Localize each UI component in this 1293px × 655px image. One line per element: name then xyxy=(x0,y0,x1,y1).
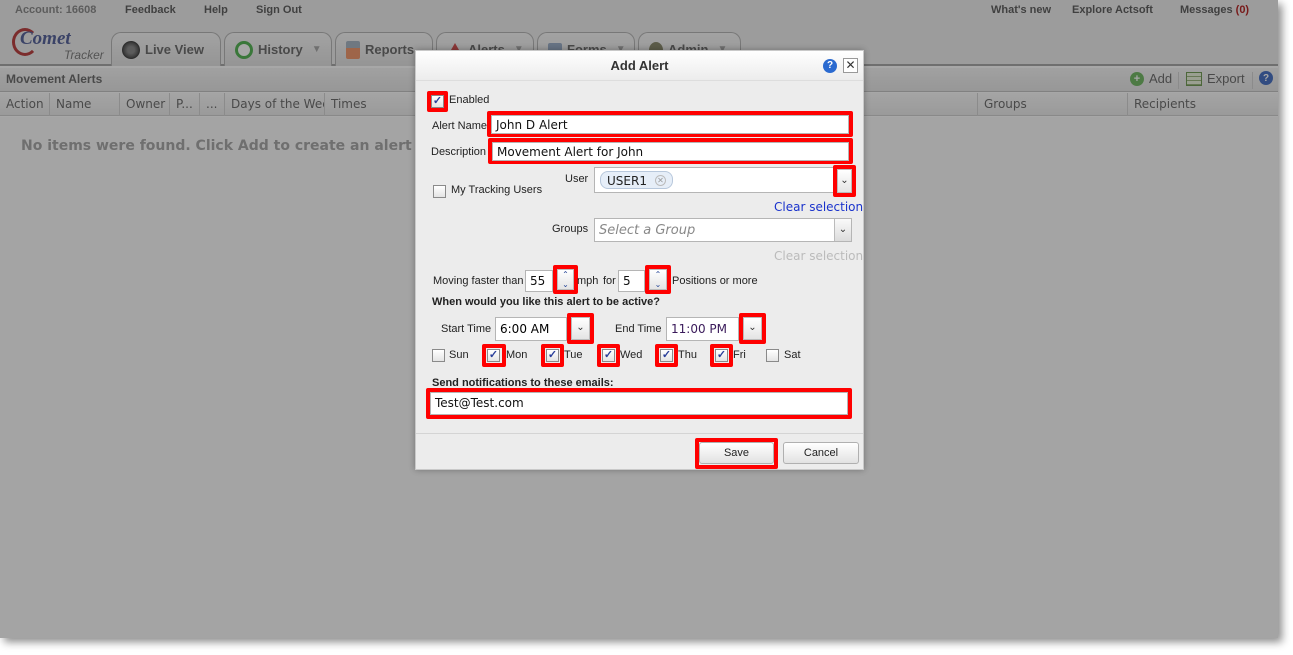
day-label-sat: Sat xyxy=(784,349,801,361)
close-icon[interactable]: ✕ xyxy=(843,58,858,73)
end-time-dropdown-toggle[interactable]: ⌄ xyxy=(743,317,762,340)
enabled-checkbox[interactable]: ✓ xyxy=(431,95,444,108)
help-icon[interactable]: ? xyxy=(823,59,837,73)
remove-token-icon[interactable]: ✕ xyxy=(654,175,666,186)
day-checkbox-thu[interactable]: ✓ xyxy=(660,349,673,362)
description-label: Description xyxy=(431,146,487,158)
day-checkbox-sat[interactable] xyxy=(766,349,779,362)
app-window: Account: 16608 Feedback Help Sign Out Wh… xyxy=(0,0,1278,638)
alert-name-label: Alert Name xyxy=(432,120,488,132)
description-input[interactable]: Movement Alert for John xyxy=(492,142,849,161)
active-question: When would you like this alert to be act… xyxy=(432,296,660,308)
chevron-down-icon[interactable]: ⌄ xyxy=(834,219,851,241)
add-alert-dialog: Add Alert ? ✕ ✓ Enabled Alert Name John … xyxy=(415,50,864,470)
speed-input[interactable]: 55 xyxy=(525,270,553,292)
start-time-label: Start Time xyxy=(441,323,492,335)
positions-stepper[interactable]: ⌃ ⌄ xyxy=(649,269,667,290)
end-time-select[interactable]: 11:00 PM xyxy=(666,317,739,341)
end-time-label: End Time xyxy=(615,323,662,335)
groups-placeholder: Select a Group xyxy=(599,223,696,238)
my-tracking-users-checkbox[interactable] xyxy=(433,185,446,198)
positions-input[interactable]: 5 xyxy=(618,270,645,292)
user-dropdown-toggle[interactable]: ⌄ xyxy=(837,169,852,193)
user-label: User xyxy=(565,173,589,185)
day-checkbox-wed[interactable]: ✓ xyxy=(602,349,615,362)
start-time-value: 6:00 AM xyxy=(500,322,550,336)
emails-input[interactable]: Test@Test.com xyxy=(430,392,848,415)
start-time-dropdown-toggle[interactable]: ⌄ xyxy=(571,317,590,340)
day-checkbox-sun[interactable] xyxy=(432,349,445,362)
clear-groups-selection-link[interactable]: Clear selection xyxy=(774,249,863,263)
clear-user-selection-link[interactable]: Clear selection xyxy=(774,200,863,214)
groups-label: Groups xyxy=(552,223,589,235)
enabled-label: Enabled xyxy=(449,94,490,106)
day-label-sun: Sun xyxy=(449,349,469,361)
day-label-thu: Thu xyxy=(678,349,697,361)
for-label: for xyxy=(603,275,616,287)
user-select[interactable]: USER1 ✕ xyxy=(594,167,852,193)
cancel-button[interactable]: Cancel xyxy=(783,442,859,464)
mph-label: mph xyxy=(577,275,599,287)
groups-select[interactable]: Select a Group ⌄ xyxy=(594,218,852,242)
dialog-title: Add Alert xyxy=(416,51,863,81)
day-label-tue: Tue xyxy=(564,349,583,361)
alert-name-input[interactable]: John D Alert xyxy=(491,115,849,134)
user-token: USER1 ✕ xyxy=(600,171,673,189)
day-checkbox-fri[interactable]: ✓ xyxy=(715,349,728,362)
my-tracking-users-label: My Tracking Users xyxy=(451,184,543,196)
day-label-mon: Mon xyxy=(506,349,528,361)
day-label-fri: Fri xyxy=(733,349,746,361)
dialog-footer: Save Cancel xyxy=(416,433,863,470)
day-checkbox-mon[interactable]: ✓ xyxy=(487,349,500,362)
speed-stepper[interactable]: ⌃ ⌄ xyxy=(557,269,574,290)
moving-faster-label: Moving faster than xyxy=(433,275,524,287)
start-time-select[interactable]: 6:00 AM xyxy=(495,317,567,341)
user-token-label: USER1 xyxy=(607,173,647,188)
day-checkbox-tue[interactable]: ✓ xyxy=(546,349,559,362)
positions-label: Positions or more xyxy=(672,275,758,287)
end-time-value: 11:00 PM xyxy=(671,322,727,336)
save-button[interactable]: Save xyxy=(699,442,774,464)
day-label-wed: Wed xyxy=(620,349,643,361)
